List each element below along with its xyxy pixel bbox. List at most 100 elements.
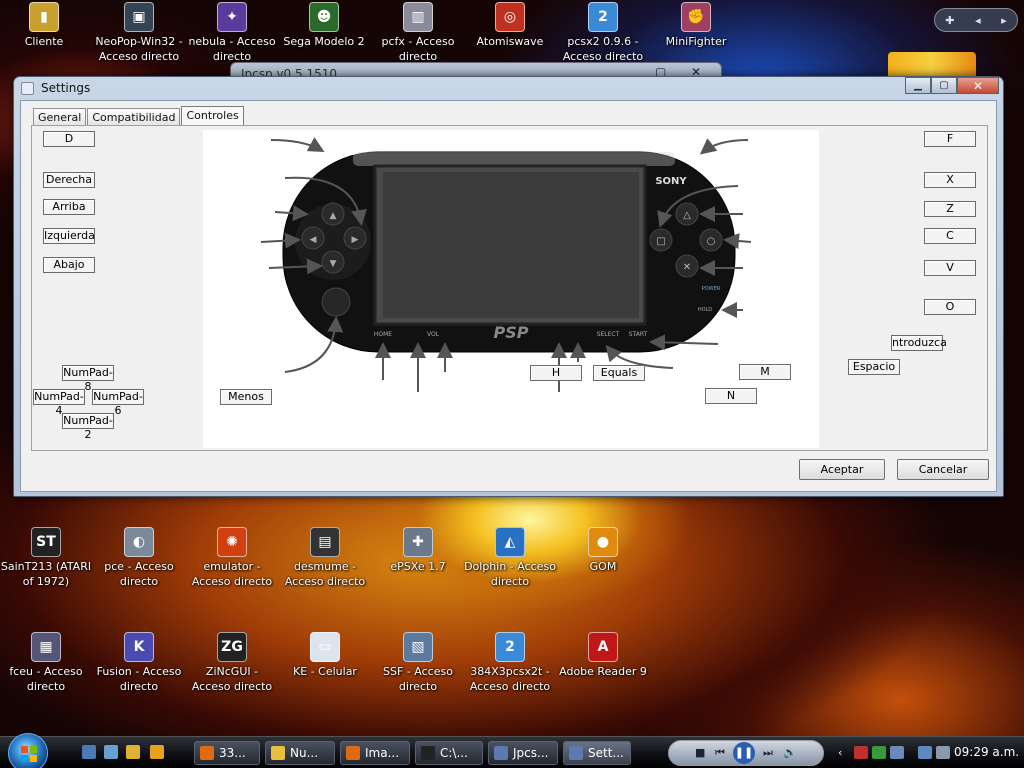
key-select[interactable]: Espacio	[848, 359, 900, 375]
tray-user-icon[interactable]	[890, 746, 904, 759]
desktop-icon[interactable]: K Fusion - Acceso directo	[93, 632, 185, 694]
desktop-icon[interactable]: 2 384X3pcsx2t - Acceso directo	[464, 632, 556, 694]
svg-text:✕: ✕	[683, 262, 691, 273]
desktop-icon[interactable]: ▮ Cliente	[0, 2, 90, 49]
desktop-icon[interactable]: 2 pcsx2 0.9.6 - Acceso directo	[557, 2, 649, 64]
app-icon: K	[124, 632, 154, 662]
chevron-right-icon[interactable]: ▸	[1001, 14, 1007, 27]
key-square[interactable]: Z	[924, 201, 976, 217]
desktop-icon[interactable]: ● GOM	[557, 527, 649, 574]
key-analog-up[interactable]: NumPad-8	[62, 365, 114, 393]
desktop-icon[interactable]: ◭ Dolphin - Acceso directo	[464, 527, 556, 589]
taskbar-item[interactable]: Sett...	[563, 741, 631, 765]
desktop-icon[interactable]: ▥ pcfx - Acceso directo	[372, 2, 464, 64]
key-screen[interactable]: N	[705, 388, 757, 404]
desktop-icon[interactable]: A Adobe Reader 9	[557, 632, 649, 679]
key-cross[interactable]: V	[924, 260, 976, 276]
desktop-icon[interactable]: ▤ desmume - Acceso directo	[279, 527, 371, 589]
key-start[interactable]: ntroduzca	[891, 335, 947, 351]
next-icon[interactable]: ⏭	[763, 746, 773, 760]
media-player-toolbar[interactable]: ■ ⏮ ❚❚ ⏭ 🔈	[668, 740, 824, 766]
key-rtrigger[interactable]: F	[924, 131, 976, 147]
network-icon[interactable]	[104, 745, 118, 759]
key-music[interactable]: M	[739, 364, 791, 380]
cancel-button[interactable]: Cancelar	[897, 459, 989, 480]
volume-icon[interactable]: 🔈	[783, 746, 797, 759]
quicklaunch-tool-icon[interactable]	[126, 745, 140, 759]
pause-icon[interactable]: ❚❚	[733, 742, 755, 764]
svg-text:◀: ◀	[310, 235, 317, 245]
close-button[interactable]: ✕	[957, 77, 999, 94]
desktop-icon-label: Adobe Reader 9	[559, 665, 647, 678]
stop-icon[interactable]: ■	[695, 746, 705, 759]
key-triangle[interactable]: X	[924, 172, 976, 188]
key-vol-plus[interactable]: Equals	[593, 365, 645, 381]
taskbar-item[interactable]: Ima...	[340, 741, 410, 765]
start-button[interactable]	[8, 733, 48, 768]
maximize-button[interactable]: ▢	[931, 77, 957, 94]
tray-network-icon[interactable]	[918, 746, 932, 759]
desktop-icon[interactable]: ST SainT213 (ATARI of 1972)	[0, 527, 92, 589]
key-up[interactable]: Arriba	[43, 199, 95, 215]
key-analog-left[interactable]: NumPad-4	[33, 389, 85, 417]
key-left[interactable]: Izquierda	[43, 228, 95, 244]
desktop-icon-label: ePSXe 1.7	[390, 560, 446, 573]
taskbar-app-icon	[271, 746, 285, 760]
plus-icon[interactable]: ✚	[945, 14, 954, 27]
app-icon: ▮	[29, 2, 59, 32]
maximize-icon: ▢	[939, 80, 949, 91]
desktop-icon-label: nebula - Acceso directo	[188, 35, 276, 63]
psp-sony-label: SONY	[655, 176, 687, 187]
settings-window[interactable]: Settings ▁ ▢ ✕ General Compatibilidad Co…	[13, 76, 1004, 497]
taskbar-clock[interactable]: 09:29 a.m.	[954, 745, 1019, 759]
sidebar-gadget-controls[interactable]: ✚ ◂ ▸	[934, 8, 1018, 32]
app-icon: ◎	[495, 2, 525, 32]
desktop-icon[interactable]: ZG ZiNcGUI - Acceso directo	[186, 632, 278, 694]
app-icon: ◭	[495, 527, 525, 557]
desktop-icon[interactable]: ◐ pce - Acceso directo	[93, 527, 185, 589]
tray-shield-icon[interactable]	[872, 746, 886, 759]
app-icon: ▦	[31, 632, 61, 662]
title-bar[interactable]: Settings ▁ ▢ ✕	[14, 77, 1003, 99]
taskbar-item[interactable]: 33...	[194, 741, 260, 765]
chevron-left-icon[interactable]: ◂	[975, 14, 981, 27]
desktop-icon[interactable]: ☻ Sega Modelo 2	[278, 2, 370, 49]
key-right[interactable]: Derecha	[43, 172, 95, 188]
taskbar-item[interactable]: Jpcs...	[488, 741, 558, 765]
app-icon: ST	[31, 527, 61, 557]
minimize-button[interactable]: ▁	[905, 77, 931, 94]
desktop-icon[interactable]: ✊ MiniFighter	[650, 2, 742, 49]
desktop-icon-label: Fusion - Acceso directo	[96, 665, 182, 693]
key-home[interactable]: Menos	[220, 389, 272, 405]
quicklaunch-app-icon[interactable]	[150, 745, 164, 759]
tray-app-icon[interactable]	[854, 746, 868, 759]
accept-button[interactable]: Aceptar	[799, 459, 885, 480]
desktop-icon[interactable]: ▦ fceu - Acceso directo	[0, 632, 92, 694]
tray-volume-icon[interactable]	[936, 746, 950, 759]
show-desktop-icon[interactable]	[82, 745, 96, 759]
window-app-icon	[21, 82, 34, 95]
desktop-icon[interactable]: ✦ nebula - Acceso directo	[186, 2, 278, 64]
desktop-icon[interactable]: ✚ ePSXe 1.7	[372, 527, 464, 574]
taskbar-app-icon	[421, 746, 435, 760]
key-ltrigger[interactable]: D	[43, 131, 95, 147]
taskbar-item[interactable]: Nu...	[265, 741, 335, 765]
previous-icon[interactable]: ⏮	[715, 746, 725, 760]
key-analog-down[interactable]: NumPad-2	[62, 413, 114, 441]
tab-controles[interactable]: Controles	[181, 106, 244, 127]
key-down[interactable]: Abajo	[43, 257, 95, 273]
taskbar-item[interactable]: C:\...	[415, 741, 483, 765]
desktop-icon[interactable]: ▣ NeoPop-Win32 - Acceso directo	[93, 2, 185, 64]
psp-vol-label: VOL	[427, 331, 440, 338]
svg-text:▲: ▲	[330, 211, 337, 221]
key-hold[interactable]: O	[924, 299, 976, 315]
key-vol-minus[interactable]: H	[530, 365, 582, 381]
tray-expand-icon[interactable]: ‹	[838, 746, 852, 759]
desktop-icon[interactable]: ✺ emulator - Acceso directo	[186, 527, 278, 589]
key-circle[interactable]: C	[924, 228, 976, 244]
desktop-icon[interactable]: ▧ SSF - Acceso directo	[372, 632, 464, 694]
key-analog-right[interactable]: NumPad-6	[92, 389, 144, 417]
desktop-icon[interactable]: ◎ Atomiswave	[464, 2, 556, 49]
taskbar-item-label: 33...	[219, 746, 246, 760]
desktop-icon[interactable]: ▭ KE - Celular	[279, 632, 371, 679]
